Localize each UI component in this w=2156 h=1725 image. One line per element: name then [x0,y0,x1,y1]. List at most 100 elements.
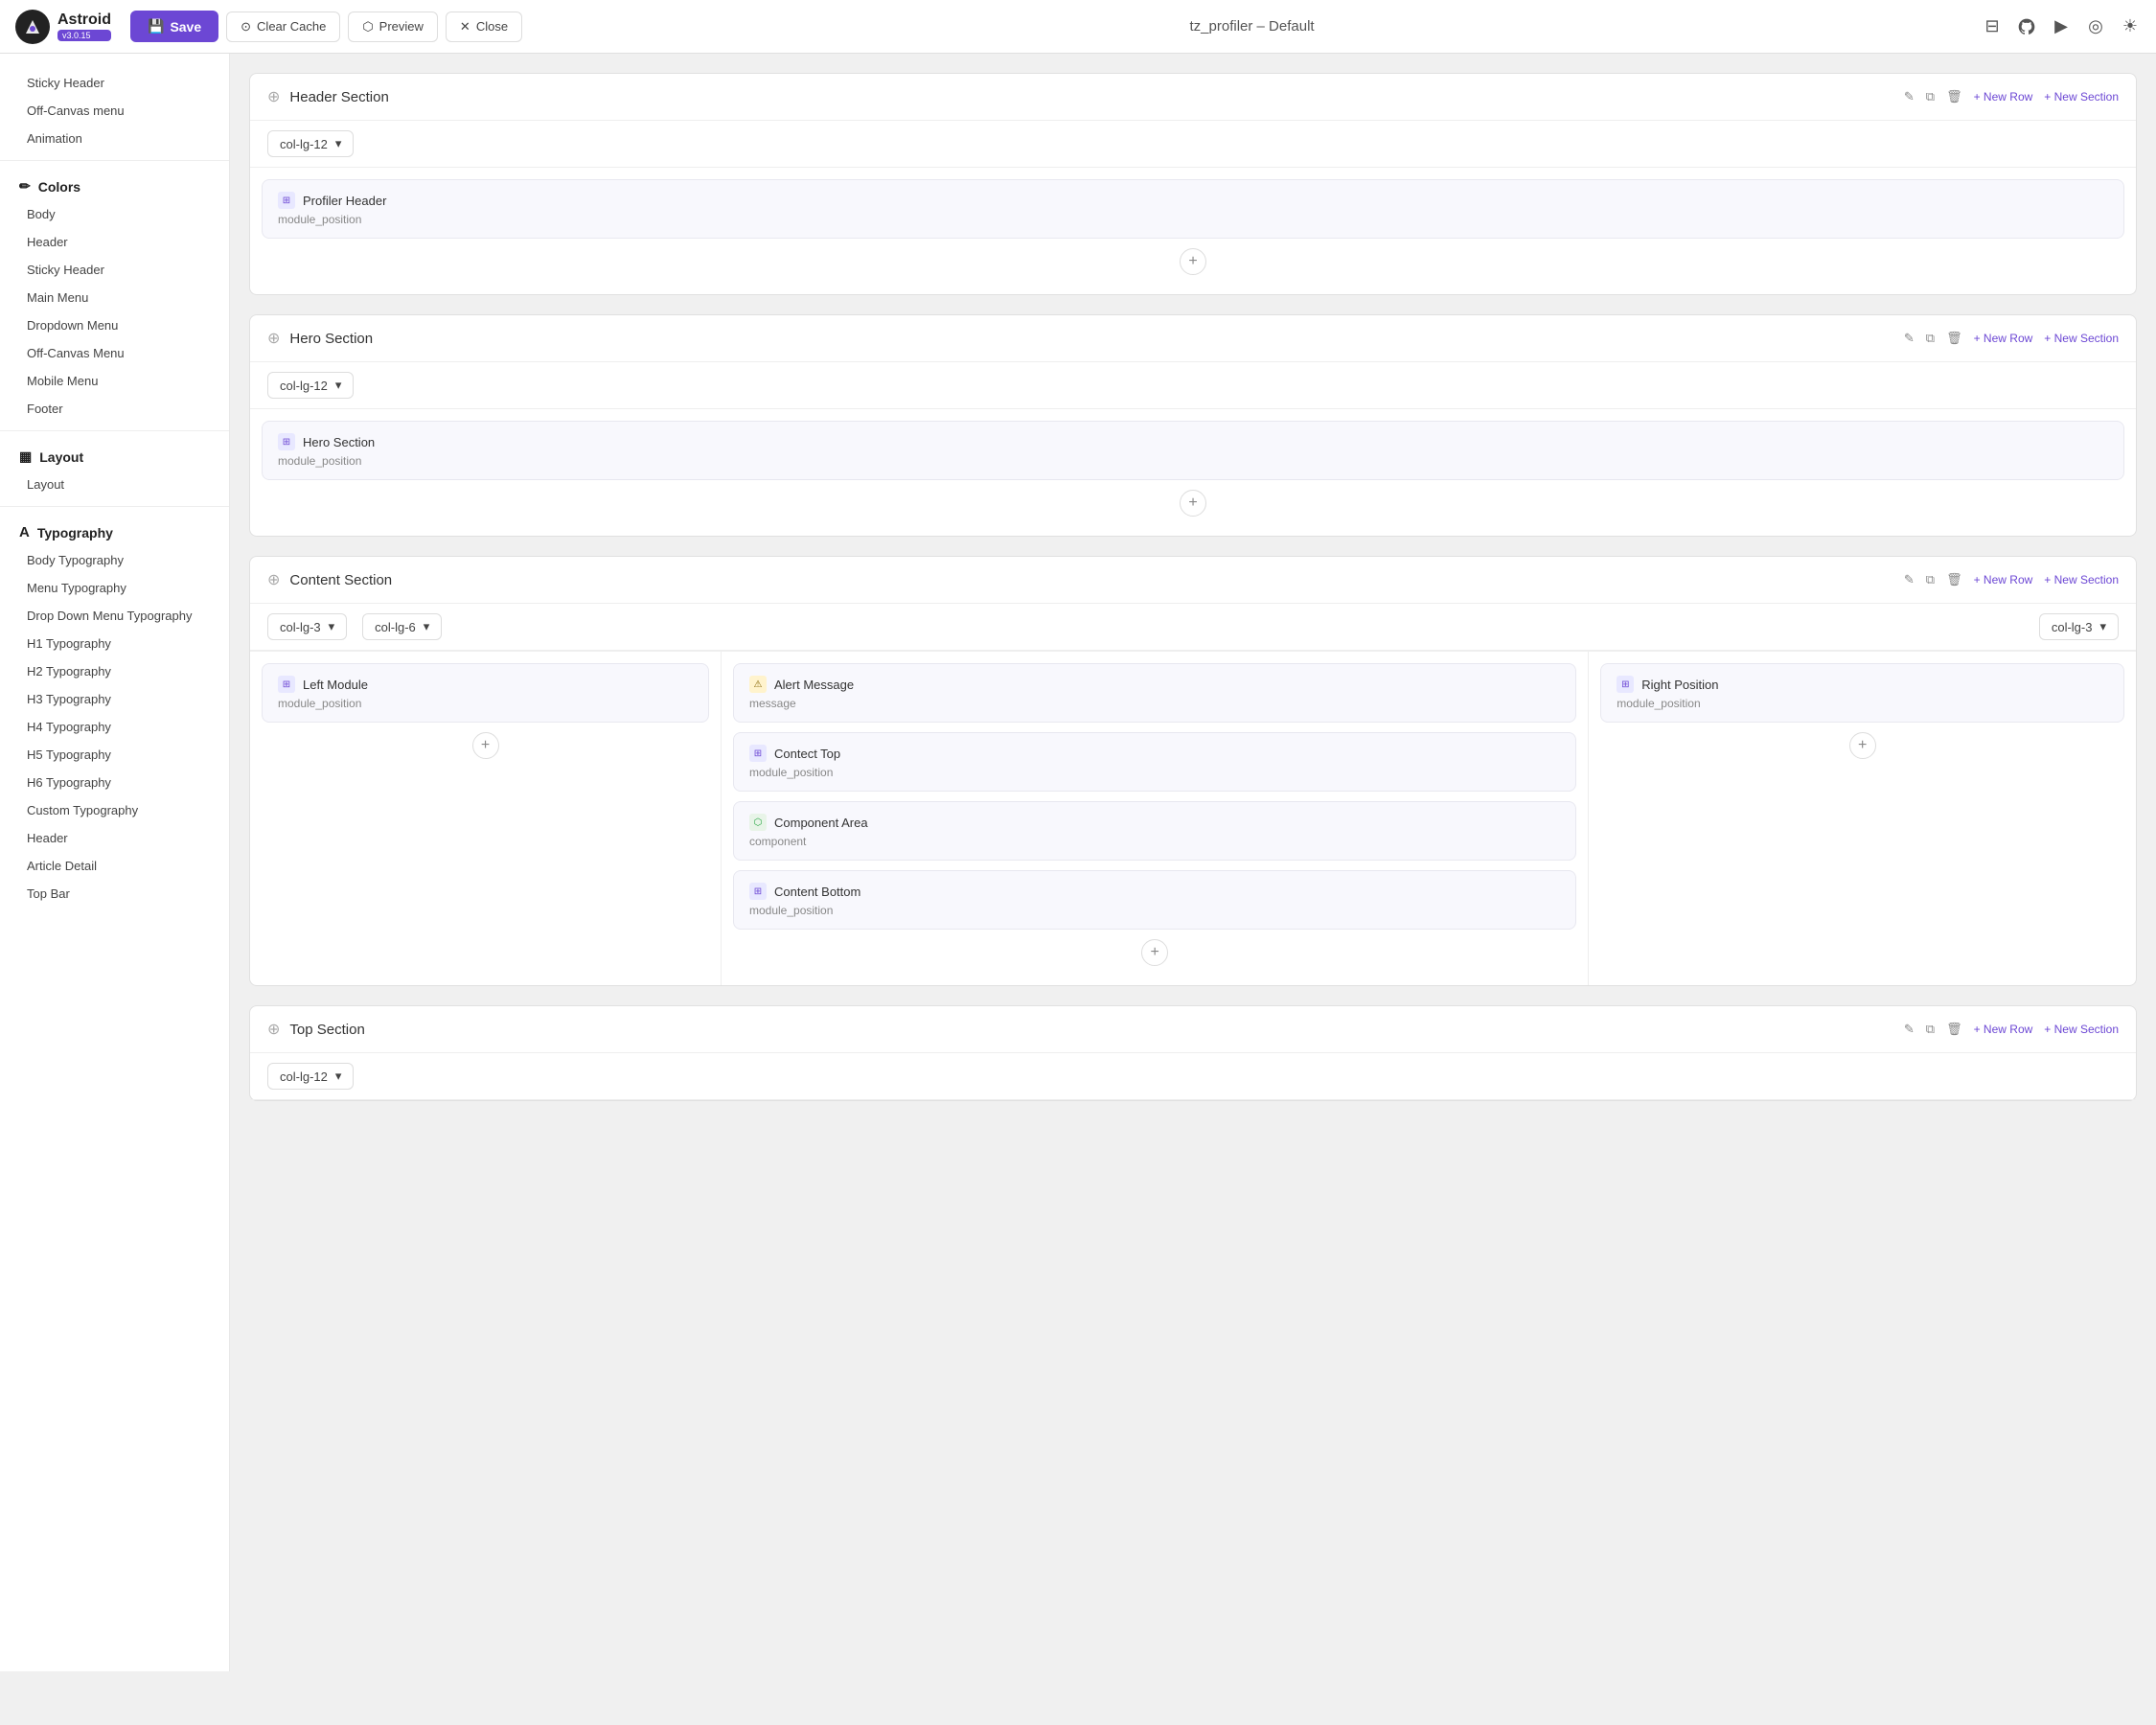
sidebar-item-h3-typography[interactable]: H3 Typography [0,685,229,713]
sidebar-item-h6-typography[interactable]: H6 Typography [0,769,229,796]
add-btn-left[interactable]: + [472,732,499,759]
clear-cache-button[interactable]: ⊙ Clear Cache [226,12,340,42]
content-col-dropdown-3[interactable]: col-lg-3 ▾ [2039,613,2119,640]
topbar: Astroid v3.0.15 💾 Save ⊙ Clear Cache ⬡ P… [0,0,2156,54]
sidebar-item-dropdown-menu[interactable]: Dropdown Menu [0,311,229,339]
chevron-down-icon: ▾ [335,136,342,151]
drag-handle-hero[interactable]: ⊕ [267,329,280,348]
header-col-dropdown[interactable]: col-lg-12 ▾ [267,130,354,157]
topbar-icons: ⊟ ▶ ◎ ☀ [1982,16,2141,37]
sidebar-item-layout[interactable]: Layout [0,471,229,498]
sidebar-item-header-typography[interactable]: Header [0,824,229,852]
hero-module-col: ⊞ Hero Section module_position + [250,409,2136,536]
hero-section-card-sub: module_position [278,454,2108,468]
sidebar-item-sticky-header-top[interactable]: Sticky Header [0,69,229,97]
edit-icon-header[interactable]: ✎ [1904,89,1915,104]
contect-top-card: ⊞ Contect Top module_position [733,732,1576,792]
content-bottom-sub: module_position [749,904,1560,917]
sidebar-section-colors[interactable]: ✏ Colors [0,169,229,200]
top-col-dropdown[interactable]: col-lg-12 ▾ [267,1063,354,1090]
hero-col-dropdown[interactable]: col-lg-12 ▾ [267,372,354,399]
sidebar-section-typography[interactable]: A Typography [0,515,229,546]
header-section-header: ⊕ Header Section ✎ ⧉ 🗑 + New Row + New S… [250,74,2136,121]
close-button[interactable]: ✕ Close [446,12,522,42]
preview-button[interactable]: ⬡ Preview [348,12,438,42]
sidebar-item-menu-typography[interactable]: Menu Typography [0,574,229,602]
top-col-value: col-lg-12 [280,1070,328,1084]
chevron-down-icon-top: ▾ [335,1069,342,1084]
sidebar-item-body[interactable]: Body [0,200,229,228]
copy-icon-hero[interactable]: ⧉ [1926,331,1935,346]
theme-toggle-icon[interactable]: ☀ [2120,16,2141,37]
sidebar-item-header[interactable]: Header [0,228,229,256]
sidebar-item-dropdown-menu-typography[interactable]: Drop Down Menu Typography [0,602,229,630]
component-area-card: ⬡ Component Area component [733,801,1576,861]
copy-icon-content[interactable]: ⧉ [1926,572,1935,587]
content-col-dropdown-2[interactable]: col-lg-6 ▾ [362,613,442,640]
new-section-top[interactable]: + New Section [2044,1023,2119,1036]
top-section-block: ⊕ Top Section ✎ ⧉ 🗑 + New Row + New Sect… [249,1005,2137,1101]
right-position-sub: module_position [1617,697,2108,710]
sidebar-item-mobile-menu[interactable]: Mobile Menu [0,367,229,395]
settings-icon[interactable]: ◎ [2085,16,2106,37]
drag-handle-header[interactable]: ⊕ [267,87,280,106]
logo-area: Astroid v3.0.15 [15,10,111,44]
component-area-sub: component [749,835,1560,848]
sidebar-item-body-typography[interactable]: Body Typography [0,546,229,574]
sidebar-section-layout[interactable]: ▦ Layout [0,439,229,471]
edit-icon-top[interactable]: ✎ [1904,1022,1915,1037]
add-btn-center[interactable]: + [1141,939,1168,966]
edit-icon-hero[interactable]: ✎ [1904,331,1915,346]
delete-icon-top[interactable]: 🗑 [1946,1022,1962,1037]
sidebar-item-h1-typography[interactable]: H1 Typography [0,630,229,657]
layout-icon[interactable]: ⊟ [1982,16,2003,37]
typography-label: Typography [37,525,113,540]
typography-icon: A [19,524,30,540]
sidebar-item-sticky-header[interactable]: Sticky Header [0,256,229,284]
delete-icon-header[interactable]: 🗑 [1946,89,1962,104]
sidebar-item-custom-typography[interactable]: Custom Typography [0,796,229,824]
new-section-header[interactable]: + New Section [2044,90,2119,104]
clear-cache-label: Clear Cache [257,19,326,34]
sidebar-item-main-menu[interactable]: Main Menu [0,284,229,311]
sidebar-item-animation[interactable]: Animation [0,125,229,152]
copy-icon-header[interactable]: ⧉ [1926,89,1935,104]
github-icon[interactable] [2016,16,2037,37]
right-position-card: ⊞ Right Position module_position [1600,663,2124,723]
sidebar-item-off-canvas-menu[interactable]: Off-Canvas menu [0,97,229,125]
sidebar-item-off-canvas-menu-color[interactable]: Off-Canvas Menu [0,339,229,367]
content-col-val-1: col-lg-3 [280,620,321,634]
new-row-hero[interactable]: + New Row [1974,332,2033,345]
layout-grid-icon: ▦ [19,448,32,465]
close-label: Close [476,19,508,34]
new-row-content[interactable]: + New Row [1974,573,2033,586]
youtube-icon[interactable]: ▶ [2051,16,2072,37]
new-row-header[interactable]: + New Row [1974,90,2033,104]
add-btn-header[interactable]: + [1180,248,1206,275]
edit-icon-content[interactable]: ✎ [1904,572,1915,587]
content-section-header: ⊕ Content Section ✎ ⧉ 🗑 + New Row + New … [250,557,2136,604]
sidebar-item-h4-typography[interactable]: H4 Typography [0,713,229,741]
new-section-content[interactable]: + New Section [2044,573,2119,586]
copy-icon-top[interactable]: ⧉ [1926,1022,1935,1037]
new-row-top[interactable]: + New Row [1974,1023,2033,1036]
drag-handle-content[interactable]: ⊕ [267,570,280,589]
sidebar-item-h2-typography[interactable]: H2 Typography [0,657,229,685]
delete-icon-content[interactable]: 🗑 [1946,572,1962,587]
sidebar-item-h5-typography[interactable]: H5 Typography [0,741,229,769]
drag-handle-top[interactable]: ⊕ [267,1020,280,1039]
header-col-value: col-lg-12 [280,137,328,151]
content-col-val-2: col-lg-6 [375,620,416,634]
save-button[interactable]: 💾 Save [130,11,218,42]
new-section-hero[interactable]: + New Section [2044,332,2119,345]
module-icon: ⊞ [278,192,295,209]
delete-icon-hero[interactable]: 🗑 [1946,331,1962,346]
sidebar-item-footer[interactable]: Footer [0,395,229,423]
add-btn-right[interactable]: + [1849,732,1876,759]
close-icon: ✕ [460,19,470,34]
sidebar-item-article-detail[interactable]: Article Detail [0,852,229,880]
module-icon-left: ⊞ [278,676,295,693]
content-col-dropdown-1[interactable]: col-lg-3 ▾ [267,613,347,640]
add-btn-hero[interactable]: + [1180,490,1206,517]
sidebar-item-top-bar[interactable]: Top Bar [0,880,229,908]
